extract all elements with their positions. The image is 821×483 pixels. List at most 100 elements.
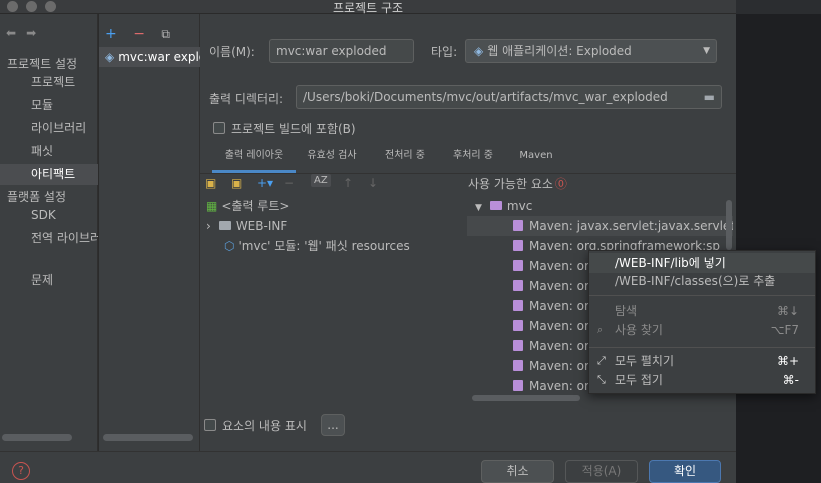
type-dropdown[interactable]: ◈ 웹 애플리케이션: Exploded ▼ [465,39,717,63]
add-element-icon[interactable]: +▾ [257,176,273,190]
new-directory-icon[interactable]: ▣ [205,176,216,190]
help-button[interactable]: ? [12,462,30,480]
move-up-icon: ↑ [343,176,354,190]
expand-all-icon: ⤢ [597,354,606,367]
sidebar-item-facets[interactable]: 패싯 [0,141,98,162]
include-build-label: 프로젝트 빌드에 포함(B) [231,122,356,136]
browse-folder-icon[interactable]: ▬ [704,86,715,108]
remove-icon[interactable]: − [133,26,145,42]
available-item[interactable]: Maven: or [513,316,589,336]
available-elements-label: 사용 가능한 요소 [468,177,553,191]
library-icon [513,300,523,311]
web-app-icon: ◈ [474,44,484,58]
sidebar-item-project[interactable]: 프로젝트 [0,72,98,93]
menu-item-collapse-all-label: 모두 접기 [615,373,663,387]
name-input[interactable]: mvc:war exploded [269,39,414,63]
menu-item-expand-all-label: 모두 펼치기 [615,354,675,368]
available-item-label: Maven: or [529,279,589,293]
tab-post-processing[interactable]: 후처리 중 [448,145,498,173]
artifacts-scrollbar[interactable] [103,434,193,441]
menu-item-extract-classes[interactable]: /WEB-INF/classes(으)로 추출 [589,271,815,291]
settings-sidebar: ⬅ ➡ 프로젝트 설정 프로젝트 모듈 라이브러리 패싯 아티팩트 플랫폼 설정 … [0,14,98,451]
tree-module-resources[interactable]: ⬡'mvc' 모듈: '웹' 패싯 resources [224,236,410,256]
move-down-icon: ↓ [368,176,379,190]
artifact-toolbar: + − ⧉ [105,26,170,42]
available-elements-title: 사용 가능한 요소 ⓪ [468,175,567,192]
sidebar-item-libraries[interactable]: 라이브러리 [0,118,98,139]
ok-button[interactable]: 확인 [649,460,721,483]
help-icon[interactable]: ⓪ [555,177,567,191]
context-menu: /WEB-INF/lib에 넣기 /WEB-INF/classes(으)로 추출… [588,250,816,394]
copy-icon[interactable]: ⧉ [161,27,170,41]
tab-output-layout[interactable]: 출력 레이아웃 [212,145,296,173]
output-root-icon: ▦ [206,199,218,213]
sidebar-item-modules[interactable]: 모듈 [0,95,98,116]
tree-webinf[interactable]: › WEB-INF [206,216,287,236]
sidebar-item-problems[interactable]: 문제 [0,270,98,291]
available-item-label: Maven: or [529,299,589,313]
available-horizontal-scrollbar[interactable] [472,395,580,401]
name-label: 이름(M): [209,45,255,59]
sidebar-item-global-libraries[interactable]: 전역 라이브러리 [0,228,98,249]
search-icon: ⌕ [597,323,604,336]
tab-pre-processing[interactable]: 전처리 중 [380,145,430,173]
artifact-item-label: mvc:war exploded [118,50,200,64]
sidebar-scrollbar[interactable] [2,434,72,441]
available-item[interactable]: Maven: or [513,256,589,276]
group-label: mvc [506,199,533,213]
menu-item-navigate: 탐색 ⌘↓ [589,301,815,321]
type-dropdown-value: 웹 애플리케이션: Exploded [487,44,632,58]
back-arrow-icon[interactable]: ⬅ [6,26,16,40]
menu-item-put-into-lib[interactable]: /WEB-INF/lib에 넣기 [589,253,815,273]
apply-button[interactable]: 적용(A) [565,460,638,483]
folder-icon [218,221,231,230]
menu-item-find-usages-shortcut: ⌥F7 [770,323,799,337]
menu-item-collapse-all[interactable]: ⤡ 모두 접기 ⌘- [589,370,815,390]
tab-validation[interactable]: 유효성 검사 [306,145,358,173]
menu-item-find-usages-label: 사용 찾기 [615,323,663,337]
menu-item-expand-all[interactable]: ⤢ 모두 펼치기 ⌘+ [589,351,815,371]
available-item-label: Maven: or [529,319,589,333]
artifact-item[interactable]: ◈mvc:war exploded [99,47,200,67]
available-item[interactable]: Maven: or [513,336,589,356]
chevron-down-icon: ▼ [703,46,710,56]
include-build-checkbox[interactable] [213,122,225,134]
available-item-label: Maven: javax.servlet:javax.servlet [529,219,733,233]
library-icon [513,220,523,231]
add-icon[interactable]: + [105,26,117,42]
sort-alphabetically-icon[interactable]: AZ [311,174,331,187]
available-item[interactable]: Maven: javax.servlet:javax.servlet [467,216,733,236]
artifact-war-icon: ◈ [105,50,115,64]
cancel-button[interactable]: 취소 [481,460,554,483]
available-vertical-scrollbar[interactable] [726,200,732,250]
remove-element-icon: − [284,176,295,190]
type-label: 타입: [431,45,458,59]
available-item[interactable]: Maven: or [513,356,589,376]
available-item[interactable]: Maven: or [513,376,589,396]
menu-separator [589,295,815,296]
show-contents-options-button[interactable]: ... [321,414,345,436]
output-dir-value: /Users/boki/Documents/mvc/out/artifacts/… [303,90,668,104]
menu-separator [589,347,815,348]
folder-icon [489,201,502,210]
forward-arrow-icon[interactable]: ➡ [26,26,36,40]
title-bar: 프로젝트 구조 [0,0,736,15]
sidebar-item-artifacts[interactable]: 아티팩트 [0,164,98,185]
output-dir-label: 출력 디렉터리: [209,92,284,106]
show-contents-label: 요소의 내용 표시 [222,419,307,433]
menu-item-navigate-shortcut: ⌘↓ [776,304,799,318]
menu-item-collapse-all-shortcut: ⌘- [782,373,799,387]
available-item[interactable]: Maven: or [513,296,589,316]
sidebar-item-sdk[interactable]: SDK [0,205,98,226]
tab-maven[interactable]: Maven [516,145,556,173]
artifacts-list-panel: + − ⧉ ◈mvc:war exploded [99,14,200,451]
tree-root[interactable]: ▦ <출력 루트> [206,196,289,216]
menu-item-find-usages: ⌕ 사용 찾기 ⌥F7 [589,320,815,340]
library-icon [513,280,523,291]
available-group-mvc[interactable]: ▼ mvc [475,196,532,216]
add-copy-icon[interactable]: ▣ [231,176,242,190]
background-title-strip [736,0,821,14]
available-item[interactable]: Maven: or [513,276,589,296]
output-dir-input[interactable]: /Users/boki/Documents/mvc/out/artifacts/… [296,85,722,109]
show-contents-checkbox[interactable] [204,419,216,431]
